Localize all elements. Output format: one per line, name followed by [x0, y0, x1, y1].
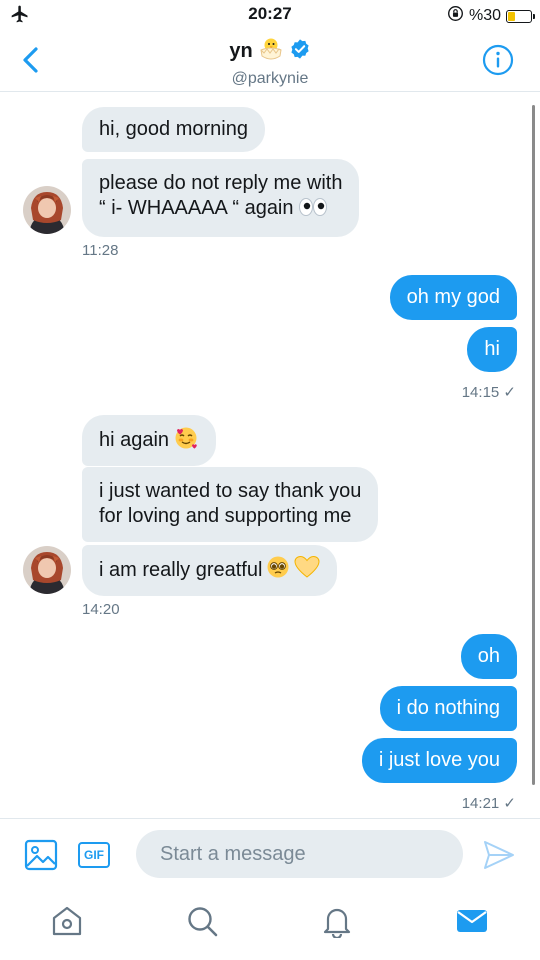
message-text: hi — [484, 338, 500, 360]
info-icon — [482, 44, 514, 76]
message-text-line: i just wanted to say thank you — [99, 480, 362, 502]
message-text-line: “ i- WHAAAAA “ again — [99, 197, 294, 219]
battery-label: %30 — [468, 7, 501, 24]
send-icon — [484, 841, 514, 869]
conversation-title[interactable]: yn @parkynie — [0, 36, 540, 88]
tab-search[interactable] — [185, 904, 221, 940]
eyes-emoji — [298, 197, 328, 224]
status-right: %30 — [447, 5, 535, 27]
contact-avatar[interactable] — [23, 186, 71, 234]
message-bubble-sent[interactable]: i just love you — [361, 738, 517, 783]
tab-home[interactable] — [50, 904, 86, 940]
orientation-lock-icon — [447, 5, 464, 27]
message-list[interactable]: hi, good morning please do not reply me … — [0, 93, 540, 817]
send-button[interactable] — [483, 840, 515, 870]
message-bubble-received[interactable]: i just wanted to say thank you for lovin… — [82, 467, 379, 542]
verified-badge-icon — [289, 38, 311, 65]
message-text: hi, good morning — [99, 118, 248, 140]
message-bubble-sent[interactable]: hi — [467, 327, 517, 372]
message-timestamp: 11:28 — [82, 242, 119, 259]
contact-name: yn — [229, 40, 253, 62]
conversation-header: yn @parkynie — [0, 30, 540, 92]
message-text: i am really greatful — [99, 559, 263, 581]
home-icon — [52, 906, 82, 936]
message-text: oh my god — [406, 286, 500, 308]
message-timestamp: 14:20 — [82, 601, 120, 618]
pleading-face-emoji — [266, 555, 290, 586]
image-icon — [24, 839, 58, 871]
hatching-chick-emoji — [257, 36, 285, 67]
tab-notifications[interactable] — [320, 904, 356, 940]
message-text-line: please do not reply me with — [99, 172, 343, 194]
message-input[interactable] — [136, 830, 463, 878]
gif-button[interactable]: GIF — [78, 842, 110, 868]
message-bubble-sent[interactable]: i do nothing — [379, 686, 517, 731]
message-bubble-received[interactable]: hi, good morning — [82, 107, 265, 152]
info-button[interactable] — [482, 44, 514, 76]
battery-fill — [508, 11, 515, 21]
message-timestamp: 14:21 ✓ — [461, 795, 516, 812]
contact-handle: @parkynie — [231, 70, 309, 87]
add-image-button[interactable] — [24, 839, 58, 871]
message-composer: GIF — [0, 818, 540, 888]
message-text-line: for loving and supporting me — [99, 505, 352, 527]
message-bubble-received[interactable]: i am really greatful — [82, 545, 338, 596]
battery-tip — [533, 13, 535, 19]
message-text: i just love you — [378, 749, 500, 771]
message-bubble-sent[interactable]: oh my god — [389, 275, 517, 320]
message-bubble-sent[interactable]: oh — [460, 634, 517, 679]
contact-avatar[interactable] — [23, 546, 71, 594]
message-text: oh — [477, 645, 500, 667]
message-text: hi again — [99, 429, 170, 451]
tab-bar — [0, 888, 540, 960]
message-bubble-received[interactable]: hi again — [82, 415, 217, 466]
yellow-heart-emoji — [294, 555, 320, 586]
notifications-icon — [323, 908, 351, 940]
battery-icon — [506, 9, 535, 23]
smiling-face-with-hearts-emoji — [173, 425, 199, 456]
messages-icon — [457, 910, 487, 932]
scrollbar[interactable] — [532, 105, 535, 785]
search-icon — [188, 907, 218, 937]
tab-messages[interactable] — [455, 904, 491, 940]
message-text: i do nothing — [396, 697, 500, 719]
status-bar: 20:27 %30 — [0, 0, 540, 30]
message-timestamp: 14:15 ✓ — [461, 384, 516, 401]
message-bubble-received[interactable]: please do not reply me with “ i- WHAAAAA… — [82, 159, 360, 237]
